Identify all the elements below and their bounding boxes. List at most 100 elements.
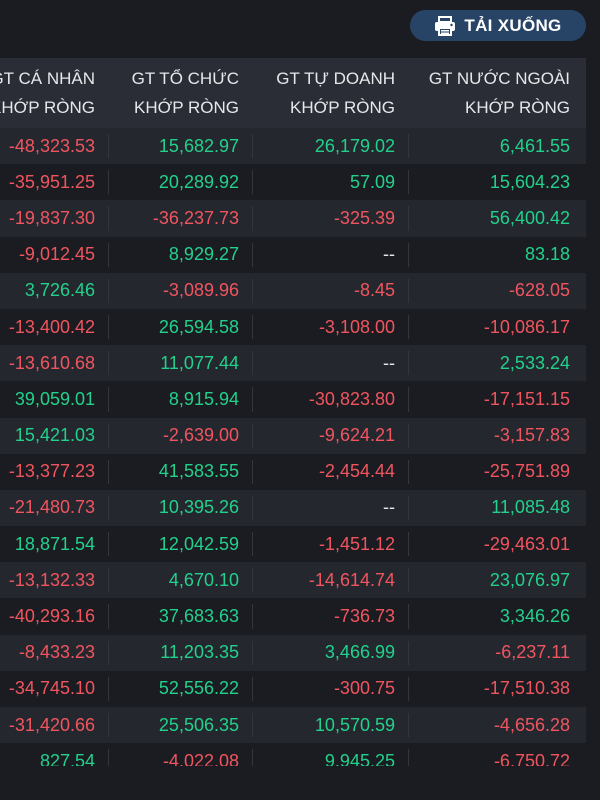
cell-proprietary: -325.39: [333, 207, 395, 228]
column-divider: [408, 459, 409, 484]
column-header-individual[interactable]: GT CÁ NHÂN KHỚP RÒNG: [0, 58, 95, 128]
cell-individual: 39,059.01: [14, 388, 95, 409]
column-divider: [408, 387, 409, 412]
column-divider: [108, 713, 109, 738]
column-divider: [252, 676, 253, 701]
cell-proprietary: --: [383, 352, 395, 373]
column-divider: [252, 278, 253, 303]
cell-foreign: -4,656.28: [493, 714, 570, 735]
table-row[interactable]: 3,726.46 -3,089.96 -8.45 -628.05: [0, 272, 586, 309]
column-divider: [108, 532, 109, 557]
cell-individual: 3,726.46: [24, 280, 95, 301]
column-header-institution[interactable]: GT TỔ CHỨC KHỚP RÒNG: [100, 58, 239, 128]
column-header-proprietary[interactable]: GT TỰ DOANH KHỚP RÒNG: [255, 58, 395, 128]
column-divider: [408, 676, 409, 701]
cell-institution: 37,683.63: [158, 606, 239, 627]
table-row[interactable]: -13,400.42 26,594.58 -3,108.00 -10,086.17: [0, 309, 586, 345]
cell-proprietary: 57.09: [349, 171, 395, 192]
table-row[interactable]: -34,745.10 52,556.22 -300.75 -17,510.38: [0, 671, 586, 707]
table-row[interactable]: -21,480.73 10,395.26 -- 11,085.48: [0, 489, 586, 527]
table-row[interactable]: -35,951.25 20,289.92 57.09 15,604.23: [0, 164, 586, 200]
column-divider: [252, 495, 253, 521]
column-divider: [108, 676, 109, 701]
cell-institution: 10,395.26: [158, 497, 239, 518]
cell-foreign: -17,510.38: [483, 678, 570, 699]
net-value-table: GT CÁ NHÂN KHỚP RÒNG GT TỔ CHỨC KHỚP RÒN…: [0, 58, 600, 766]
download-button[interactable]: TẢI XUỐNG: [410, 10, 586, 41]
column-divider: [408, 242, 409, 267]
table-row[interactable]: -13,132.33 4,670.10 -14,614.74 23,076.97: [0, 562, 586, 599]
column-divider: [252, 314, 253, 340]
cell-foreign: 11,085.48: [491, 497, 570, 518]
cell-foreign: 56,400.42: [489, 207, 570, 228]
cell-foreign: 3,346.26: [499, 606, 570, 627]
cell-proprietary: 10,570.59: [314, 714, 395, 735]
column-divider: [108, 242, 109, 267]
cell-proprietary: -14,614.74: [308, 569, 395, 590]
table-row[interactable]: 827.54 -4,022.08 9,945.25 -6,750.72: [0, 743, 586, 766]
table-row[interactable]: -31,420.66 25,506.35 10,570.59 -4,656.28: [0, 707, 586, 744]
column-divider: [408, 568, 409, 593]
column-divider: [108, 640, 109, 665]
column-divider: [408, 170, 409, 195]
table-row[interactable]: 15,421.03 -2,639.00 -9,624.21 -3,157.83: [0, 417, 586, 454]
cell-foreign: -628.05: [508, 280, 570, 301]
cell-institution: 20,289.92: [158, 171, 239, 192]
column-divider: [108, 387, 109, 412]
cell-foreign: -6,750.72: [493, 750, 570, 766]
cell-proprietary: -1,451.12: [318, 533, 395, 554]
cell-institution: 8,929.27: [168, 244, 239, 265]
column-divider: [108, 278, 109, 303]
table-row[interactable]: -19,837.30 -36,237.73 -325.39 56,400.42: [0, 200, 586, 237]
column-divider: [252, 459, 253, 484]
column-divider: [252, 170, 253, 195]
table-row[interactable]: 39,059.01 8,915.94 -30,823.80 -17,151.15: [0, 381, 586, 417]
table-body: -48,323.53 15,682.97 26,179.02 6,461.55 -35,…: [0, 128, 600, 766]
column-divider: [252, 242, 253, 267]
column-divider: [252, 532, 253, 557]
cell-proprietary: --: [383, 497, 395, 518]
cell-individual: -9,012.45: [18, 244, 95, 265]
table-row[interactable]: -8,433.23 11,203.35 3,466.99 -6,237.11: [0, 634, 586, 671]
cell-foreign: 23,076.97: [489, 569, 570, 590]
column-divider: [108, 495, 109, 521]
column-divider: [108, 423, 109, 448]
column-divider: [408, 749, 409, 766]
cell-individual: -13,400.42: [8, 316, 95, 337]
cell-individual: -34,745.10: [8, 678, 95, 699]
table-row[interactable]: -40,293.16 37,683.63 -736.73 3,346.26: [0, 598, 586, 634]
cell-individual: -13,132.33: [8, 569, 95, 590]
column-divider: [252, 604, 253, 629]
cell-proprietary: -8.45: [353, 280, 395, 301]
cell-individual: -31,420.66: [8, 714, 95, 735]
table-row[interactable]: -9,012.45 8,929.27 -- 83.18: [0, 237, 586, 273]
table-row[interactable]: -13,377.23 41,583.55 -2,454.44 -25,751.89: [0, 454, 586, 490]
bottom-area: [0, 766, 600, 800]
cell-individual: -35,951.25: [8, 171, 95, 192]
table-header: GT CÁ NHÂN KHỚP RÒNG GT TỔ CHỨC KHỚP RÒN…: [0, 58, 586, 128]
cell-institution: -36,237.73: [152, 207, 239, 228]
column-divider: [408, 134, 409, 159]
column-divider: [408, 640, 409, 665]
cell-institution: 52,556.22: [158, 678, 239, 699]
column-divider: [108, 604, 109, 629]
column-divider: [408, 495, 409, 521]
column-divider: [252, 351, 253, 376]
cell-individual: -13,610.68: [8, 352, 95, 373]
table-row[interactable]: -48,323.53 15,682.97 26,179.02 6,461.55: [0, 128, 586, 165]
table-row[interactable]: -13,610.68 11,077.44 -- 2,533.24: [0, 345, 586, 382]
cell-institution: 8,915.94: [168, 388, 239, 409]
column-divider: [108, 351, 109, 376]
cell-foreign: -6,237.11: [495, 642, 570, 663]
cell-proprietary: -736.73: [333, 606, 395, 627]
cell-foreign: -17,151.15: [483, 388, 570, 409]
column-divider: [108, 314, 109, 340]
column-divider: [108, 459, 109, 484]
cell-foreign: -3,157.83: [493, 425, 570, 446]
table-row[interactable]: 18,871.54 12,042.59 -1,451.12 -29,463.01: [0, 526, 586, 562]
cell-proprietary: --: [383, 244, 395, 265]
cell-institution: 11,077.44: [160, 352, 239, 373]
cell-individual: 18,871.54: [14, 533, 95, 554]
column-header-foreign[interactable]: GT NƯỚC NGOÀI KHỚP RÒNG: [410, 58, 570, 128]
cell-foreign: -25,751.89: [483, 461, 570, 482]
